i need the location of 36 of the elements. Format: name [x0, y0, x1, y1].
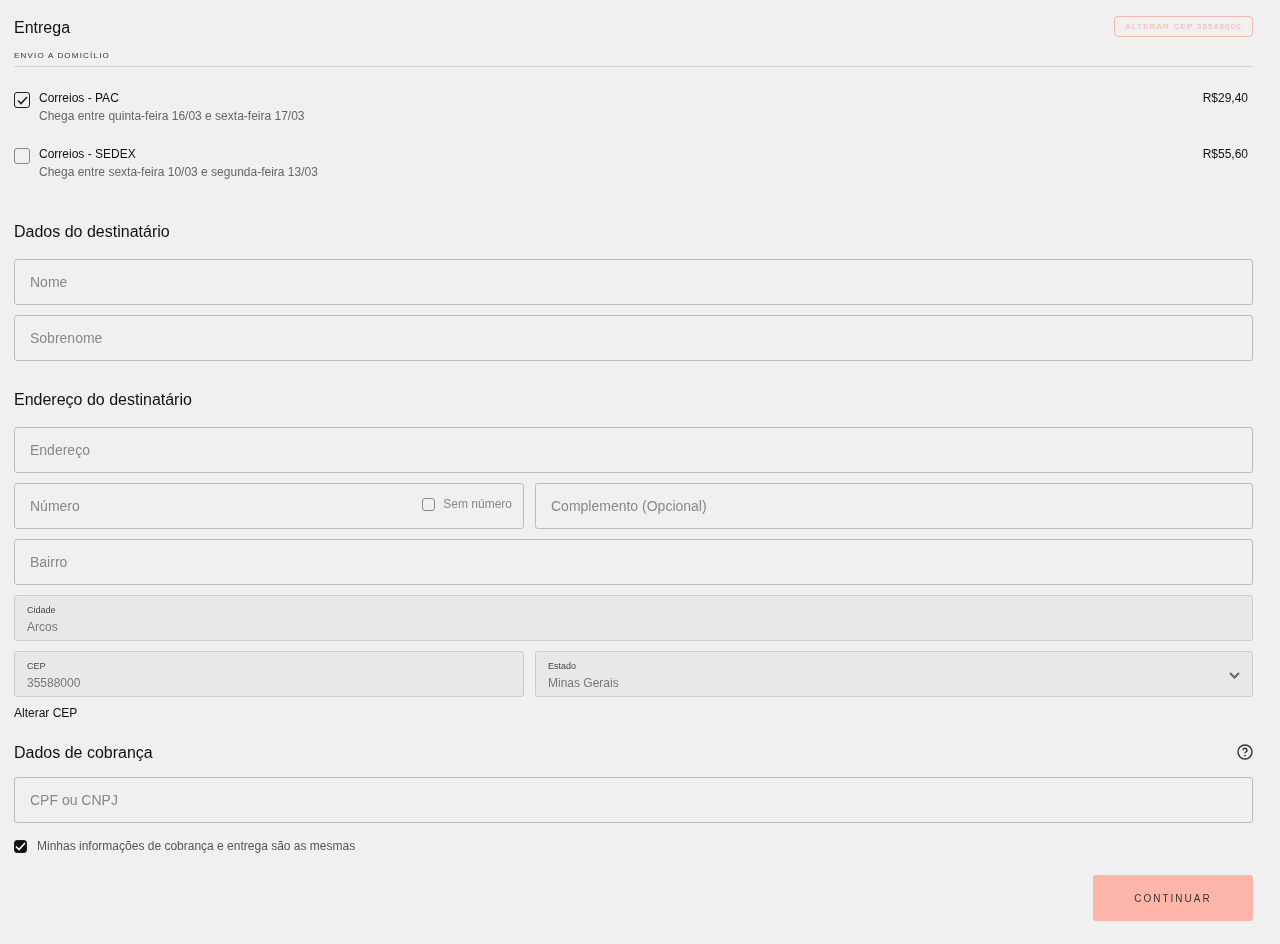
help-icon[interactable]: [1237, 744, 1253, 760]
text-field[interactable]: CPF ou CNPJ: [14, 777, 1253, 823]
section-title: Entrega: [14, 19, 71, 37]
shipping-eta: Chega entre sexta-feira 10/03 e segunda-feira 13/03: [39, 165, 319, 179]
field-value: Minas Gerais: [548, 676, 619, 690]
text-field[interactable]: Complemento (Opcional): [535, 483, 1253, 529]
shipping-price: R$29,40: [1202, 91, 1248, 105]
readonly-field[interactable]: Cidade Arcos: [14, 595, 1253, 641]
text-field[interactable]: Nome: [14, 259, 1253, 305]
field-value: Arcos: [27, 620, 58, 634]
field-label: CEP: [27, 661, 47, 671]
checkbox-label: Sem número: [443, 497, 512, 511]
field-value: 35588000: [27, 676, 81, 690]
section-title: Dados de cobrança: [14, 744, 153, 762]
text-field[interactable]: Endereço: [14, 427, 1253, 473]
section-title: Dados do destinatário: [14, 223, 171, 241]
checkbox[interactable]: [14, 840, 27, 853]
chevron-down-icon: [1229, 672, 1240, 679]
section-subtitle: ENVIO A DOMICÍLIO: [14, 51, 1253, 67]
text-field[interactable]: Sobrenome: [14, 315, 1253, 361]
text-field[interactable]: Bairro: [14, 539, 1253, 585]
field-label: Cidade: [27, 605, 57, 615]
shipping-checkbox[interactable]: [14, 92, 30, 108]
select-field[interactable]: Estado Minas Gerais: [535, 651, 1253, 697]
shipping-price: R$55,60: [1202, 147, 1248, 161]
section-title: Endereço do destinatário: [14, 391, 193, 409]
shipping-name: Correios - SEDEX: [39, 147, 137, 161]
checkbox[interactable]: [422, 498, 436, 511]
change-cep-link[interactable]: Alterar CEP: [14, 706, 78, 720]
continue-button[interactable]: CONTINUAR: [1093, 875, 1253, 921]
shipping-name: Correios - PAC: [39, 91, 120, 105]
shipping-eta: Chega entre quinta-feira 16/03 e sexta-feira 17/03: [39, 109, 306, 123]
shipping-checkbox[interactable]: [14, 148, 30, 164]
field-label: Estado: [548, 661, 578, 671]
checkbox-label: Minhas informações de cobrança e entrega são as mesmas: [37, 839, 356, 853]
readonly-field[interactable]: CEP 35588000: [14, 651, 524, 697]
